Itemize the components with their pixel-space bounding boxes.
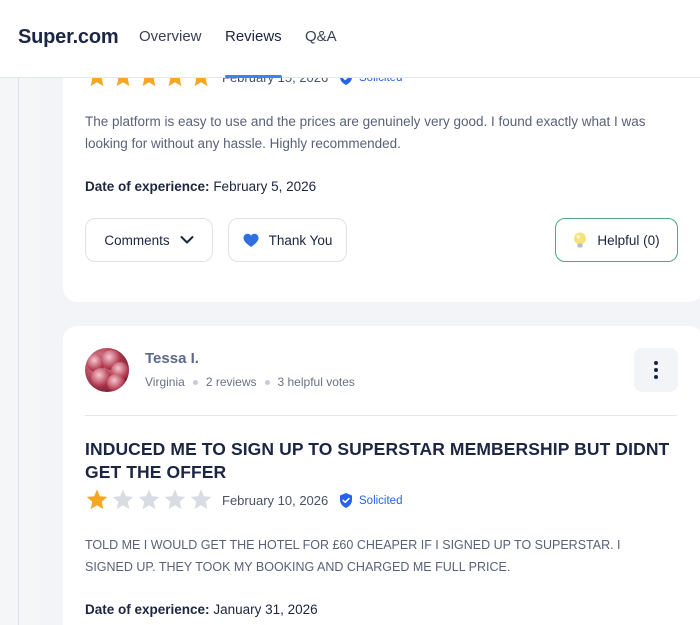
more-options-button[interactable] xyxy=(634,348,678,392)
date-of-experience: Date of experience: February 5, 2026 xyxy=(85,179,316,194)
experience-label: Date of experience: xyxy=(85,602,210,617)
star-icon xyxy=(190,489,212,510)
star-icon xyxy=(164,489,186,510)
review-text: TOLD ME I WOULD GET THE HOTEL FOR £60 CH… xyxy=(85,538,621,574)
separator-dot xyxy=(192,379,198,385)
tab-reviews[interactable]: Reviews xyxy=(225,28,282,78)
thank-you-label: Thank You xyxy=(268,232,333,248)
solicited-badge: Solicited xyxy=(339,493,402,508)
separator-dot xyxy=(264,379,270,385)
divider xyxy=(85,415,677,416)
experience-label: Date of experience: xyxy=(85,179,210,194)
helpful-button[interactable]: Helpful (0) xyxy=(555,218,678,262)
comments-button[interactable]: Comments xyxy=(85,218,213,262)
star-icon xyxy=(112,489,134,510)
author-name[interactable]: Tessa I. xyxy=(145,350,199,367)
review-text: The platform is easy to use and the pric… xyxy=(85,114,646,151)
star-icon xyxy=(86,489,108,510)
review-date: February 10, 2026 xyxy=(222,493,329,508)
brand-logo[interactable]: Super.com xyxy=(18,26,119,49)
chevron-down-icon xyxy=(180,236,194,244)
experience-date: January 31, 2026 xyxy=(213,602,318,617)
review-title: INDUCED ME TO SIGN UP TO SUPERSTAR MEMBE… xyxy=(85,439,670,482)
left-border xyxy=(18,78,19,625)
shield-check-icon xyxy=(340,493,352,508)
comments-label: Comments xyxy=(104,232,170,248)
star-icon xyxy=(138,489,160,510)
author-helpful-votes: 3 helpful votes xyxy=(277,375,355,389)
experience-date: February 5, 2026 xyxy=(213,179,317,194)
author-meta: Virginia 2 reviews 3 helpful votes xyxy=(145,375,355,389)
tab-overview[interactable]: Overview xyxy=(139,28,202,45)
avatar xyxy=(85,348,129,392)
lightbulb-icon xyxy=(574,232,587,247)
solicited-label: Solicited xyxy=(359,494,403,507)
review-card: Tessa I. Virginia 2 reviews 3 helpful vo… xyxy=(63,326,700,625)
tab-qa[interactable]: Q&A xyxy=(305,28,337,45)
star-rating xyxy=(85,488,213,512)
date-of-experience: Date of experience: January 31, 2026 xyxy=(85,602,318,617)
heart-icon xyxy=(243,233,259,247)
kebab-icon xyxy=(654,361,658,379)
helpful-label: Helpful (0) xyxy=(597,232,660,248)
review-card: February 15, 2026 Solicited The platform… xyxy=(63,60,700,302)
top-navigation: Super.com Overview Reviews Q&A xyxy=(0,0,700,78)
thank-you-button[interactable]: Thank You xyxy=(228,218,347,262)
reviews-column: February 15, 2026 Solicited The platform… xyxy=(40,60,700,625)
author-review-count: 2 reviews xyxy=(205,375,257,389)
author-location: Virginia xyxy=(145,375,185,389)
